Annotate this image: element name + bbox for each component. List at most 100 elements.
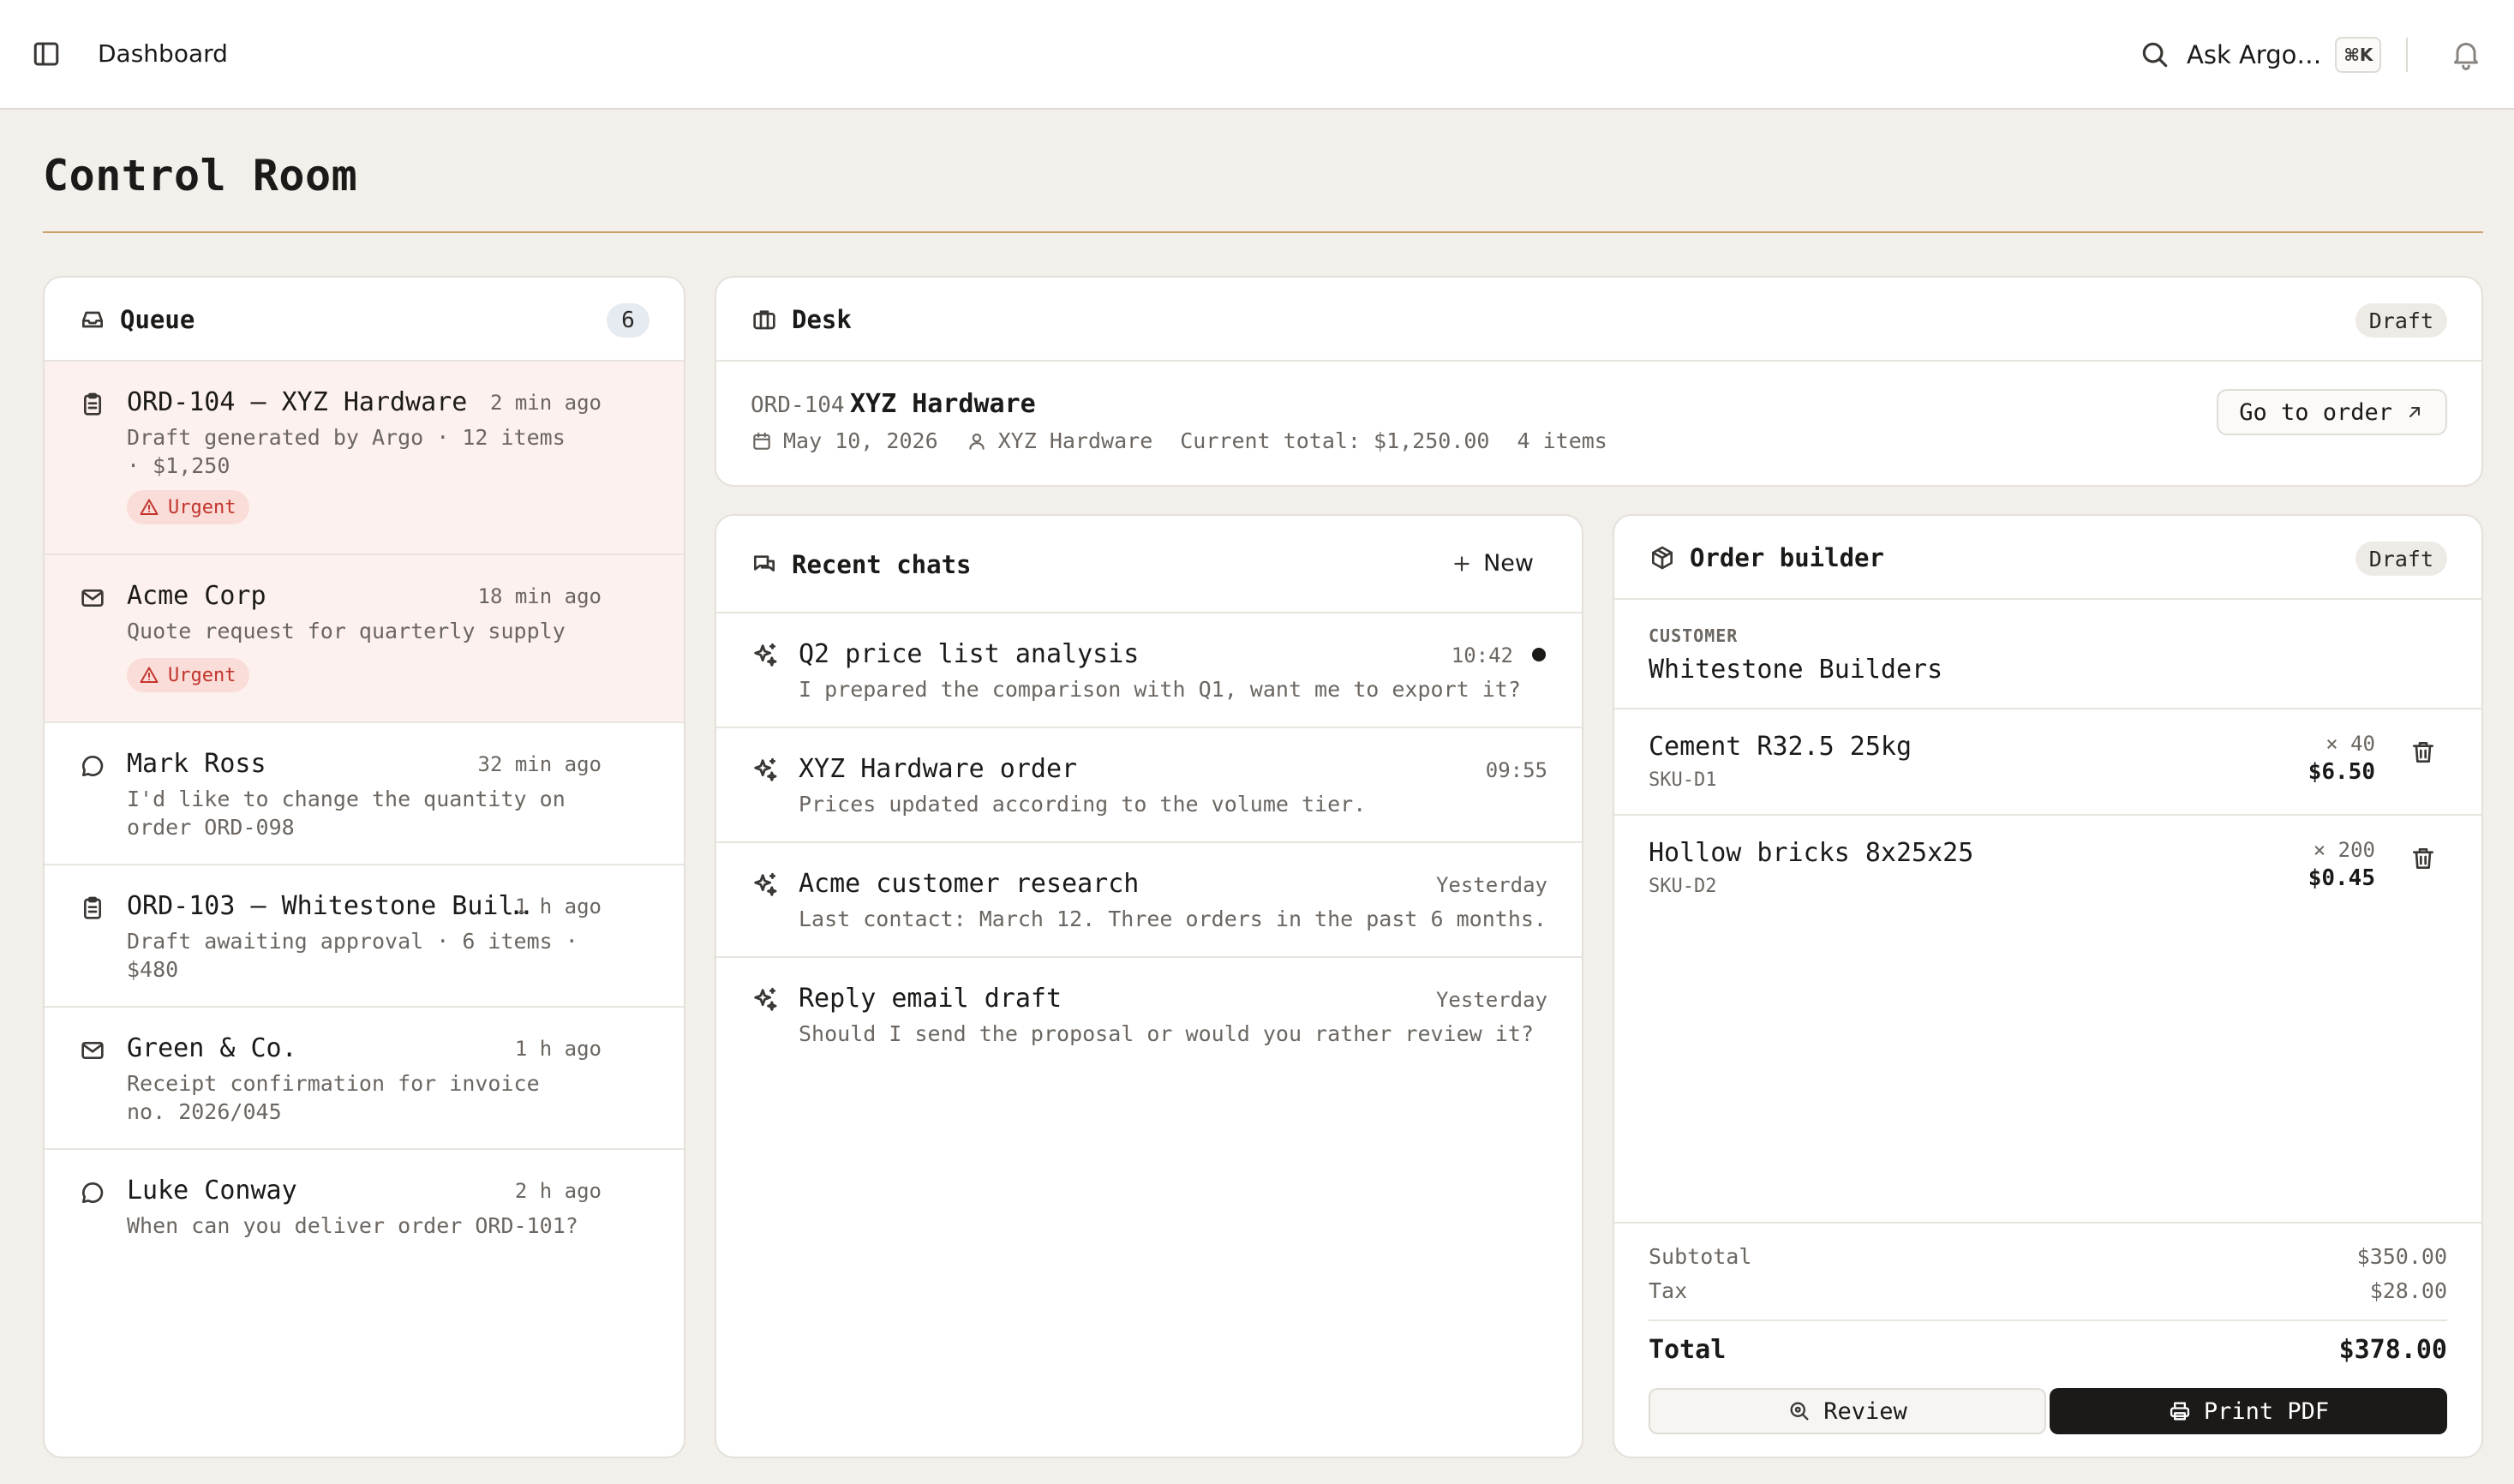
- order-customer: XYZ Hardware: [850, 389, 1036, 419]
- queue-item-desc: Receipt confirmation for invoice no. 202…: [127, 1071, 540, 1124]
- totals-divider: [1614, 1222, 2481, 1224]
- new-chat-button[interactable]: New: [1451, 550, 1534, 577]
- arrow-up-right-icon: [2409, 407, 2420, 417]
- line-item-qty[interactable]: × 40: [2325, 732, 2375, 756]
- queue-item-title: Green & Co.: [127, 1033, 297, 1063]
- chat-icon: [79, 752, 106, 780]
- total-divider: [1649, 1319, 2447, 1321]
- sparkles-icon: [751, 985, 780, 1014]
- chat-preview: Should I send the proposal or would you …: [799, 1021, 1534, 1046]
- queue-item-desc: I'd like to change the quantity on order…: [127, 787, 566, 840]
- tax-label: Tax: [1649, 1278, 1688, 1303]
- queue-item-time: 32 min ago: [477, 752, 602, 776]
- queue-item[interactable]: Green & Co. 1 h ago Receipt confirmation…: [45, 1008, 684, 1150]
- chat-preview: Last contact: March 12. Three orders in …: [799, 907, 1547, 931]
- chat-title: XYZ Hardware order: [799, 754, 1078, 784]
- new-chat-label: New: [1483, 550, 1534, 577]
- chat-item[interactable]: Reply email draft Yesterday Should I sen…: [716, 958, 1582, 1073]
- bell-icon[interactable]: [2449, 37, 2483, 71]
- printer-icon: [2170, 1402, 2189, 1421]
- subtotal-value: $350.00: [2356, 1244, 2447, 1269]
- queue-item-desc: Quote request for quarterly supply: [127, 619, 566, 643]
- queue-item[interactable]: Luke Conway 2 h ago When can you deliver…: [45, 1150, 684, 1263]
- customer-section: CUSTOMER Whitestone Builders: [1614, 600, 2481, 709]
- queue-item-time: 1 h ago: [514, 895, 602, 919]
- queue-item-desc: When can you deliver order ORD-101?: [127, 1213, 578, 1238]
- order-builder-title: Order builder: [1690, 543, 1884, 572]
- queue-item-title: ORD-104 — XYZ Hardware: [127, 387, 468, 417]
- total-label: Total: [1649, 1335, 1727, 1365]
- trash-icon[interactable]: [2409, 739, 2437, 766]
- review-label: Review: [1823, 1397, 1907, 1425]
- clipboard-icon: [79, 391, 106, 418]
- sparkles-icon: [751, 871, 780, 900]
- queue-item[interactable]: ORD-103 — Whitestone Buil… 1 h ago Draft…: [45, 865, 684, 1008]
- order-builder-panel: Order builder Draft CUSTOMER Whitestone …: [1613, 514, 2483, 1458]
- queue-item[interactable]: ORD-104 — XYZ Hardware 2 min ago Draft g…: [45, 362, 684, 555]
- customer-label: CUSTOMER: [1649, 625, 1739, 646]
- total-row: Total $378.00: [1649, 1335, 2447, 1365]
- chat-time: 10:42: [1451, 643, 1513, 667]
- queue-item-title: Luke Conway: [127, 1176, 297, 1206]
- queue-item[interactable]: Mark Ross 32 min ago I'd like to change …: [45, 723, 684, 865]
- customer-name[interactable]: Whitestone Builders: [1649, 655, 1942, 685]
- subtotal-label: Subtotal: [1649, 1244, 1752, 1269]
- breadcrumb[interactable]: Dashboard: [98, 39, 228, 68]
- chats-header: Recent chats New: [716, 516, 1582, 613]
- line-item-price: $0.45: [2307, 865, 2375, 891]
- queue-item[interactable]: Acme Corp 18 min ago Quote request for q…: [45, 555, 684, 723]
- chats-icon: [751, 551, 778, 578]
- go-to-order-button[interactable]: Go to order: [2217, 389, 2447, 435]
- line-item-qty[interactable]: × 200: [2313, 838, 2375, 862]
- chat-title: Reply email draft: [799, 984, 1062, 1014]
- line-item: Cement R32.5 25kg SKU-D1 × 40 $6.50: [1614, 709, 2481, 816]
- unread-dot: [1532, 648, 1546, 661]
- trash-icon[interactable]: [2409, 845, 2437, 872]
- page-title: Control Room: [43, 151, 358, 200]
- chat-title: Acme customer research: [799, 869, 1140, 899]
- calendar-icon: [753, 432, 770, 450]
- order-builder-header: Order builder Draft: [1614, 516, 2481, 600]
- user-icon: [968, 433, 985, 450]
- plus-icon: [1454, 555, 1469, 571]
- queue-item-time: 2 min ago: [489, 391, 602, 415]
- ask-argo-button[interactable]: Ask Argo… ⌘K: [2139, 34, 2382, 75]
- search-icon: [2139, 39, 2171, 71]
- urgent-badge: Urgent: [127, 658, 250, 692]
- desk-title: Desk: [792, 305, 852, 334]
- recent-chats-panel: Recent chats New Q2 price list analysis …: [715, 514, 1583, 1458]
- line-item-name: Cement R32.5 25kg: [1649, 732, 1912, 762]
- queue-item-title: Acme Corp: [127, 581, 266, 611]
- sparkles-icon: [751, 641, 780, 670]
- shortcut-hint: ⌘K: [2335, 37, 2382, 73]
- package-icon: [1649, 544, 1676, 571]
- print-pdf-button[interactable]: Print PDF: [2050, 1388, 2447, 1434]
- chat-icon: [79, 1179, 106, 1206]
- chat-item[interactable]: XYZ Hardware order 09:55 Prices updated …: [716, 728, 1582, 843]
- order-status-badge: Draft: [2355, 542, 2447, 576]
- order-meta: May 10, 2026 XYZ Hardware Current total:…: [751, 428, 1607, 453]
- chat-item[interactable]: Q2 price list analysis 10:42 I prepared …: [716, 613, 1582, 728]
- chat-preview: Prices updated according to the volume t…: [799, 792, 1367, 817]
- chats-title: Recent chats: [792, 550, 972, 579]
- divider: [2406, 38, 2408, 72]
- go-to-order-label: Go to order: [2239, 398, 2392, 426]
- urgent-badge: Urgent: [127, 490, 250, 524]
- chat-item[interactable]: Acme customer research Yesterday Last co…: [716, 843, 1582, 958]
- desk-header: Desk Draft: [716, 278, 2481, 362]
- tax-value: $28.00: [2369, 1278, 2447, 1303]
- sidebar-toggle-icon[interactable]: [31, 39, 62, 69]
- ask-argo-label: Ask Argo…: [2187, 40, 2322, 69]
- order-contact: XYZ Hardware: [997, 428, 1153, 453]
- urgent-label: Urgent: [168, 664, 236, 686]
- chat-time: 09:55: [1485, 758, 1547, 782]
- queue-item-time: 2 h ago: [514, 1179, 602, 1203]
- order-id: ORD-104: [751, 392, 845, 418]
- queue-header: Queue 6: [45, 278, 684, 362]
- review-button[interactable]: Review: [1649, 1388, 2046, 1434]
- mail-icon: [79, 584, 106, 612]
- queue-count-badge: 6: [607, 303, 649, 338]
- queue-title: Queue: [120, 305, 195, 334]
- desk-status-badge: Draft: [2355, 303, 2447, 338]
- queue-item-time: 18 min ago: [477, 584, 602, 608]
